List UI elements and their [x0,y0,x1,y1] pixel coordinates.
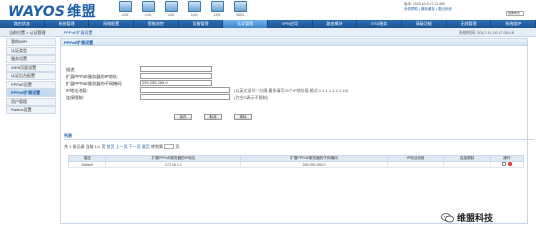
content-panel: PPPoE扩展设置 [60,38,528,224]
cell-server-ip: 172.16.1.1 [105,161,242,168]
description-label: 描述: [66,67,76,72]
last-page-link[interactable]: 尾页 [142,144,150,149]
sidebar-item-service[interactable]: 服务设置 [6,55,56,63]
port-label: LAN [167,13,175,17]
nav-item-vpn[interactable]: VPN应用 [268,20,313,28]
sidebar-item-pppoe[interactable]: PPPoE设置 [6,80,56,89]
port-lan-2: LAN [139,1,157,17]
clear-button[interactable]: 清除 [234,114,252,120]
header: WAYOS 维盟 LAN LAN LAN LAN LAN WAN 版本: 2020… [0,0,536,20]
cell-netmask: 255.255.255.0 [240,161,388,168]
language-select[interactable]: 简体中文 [506,11,524,16]
nav-item-advanced[interactable]: 高级功能 [402,20,447,28]
nav-item-device[interactable]: 设备管理 [179,20,224,28]
ip-pool-input[interactable] [140,87,230,93]
brand-logo: WAYOS 维盟 [8,1,96,21]
ethernet-port-icon [141,1,155,12]
pppoe-ext-table: 描述 扩展PPPoE服务器的IP地址 扩展PPPoE服务器的子网掩码 IP地址池… [67,155,525,168]
server-ip-input[interactable] [140,73,212,79]
sidebar-item-auth-backend[interactable]: 认证后台配置 [6,72,56,80]
port-label: LAN [144,13,152,17]
cell-description: Default [67,161,107,168]
form-buttons: 保存 取消 清除 [174,114,252,120]
sidebar-item-pppoe-ext[interactable]: PPPoE扩展设置 [6,89,56,97]
netmask-input[interactable]: 255.255.255.0 [140,80,212,86]
port-wan: WAN [231,1,249,17]
main-nav: 路由状态 系统管理 网络配置 智能流控 设备管理 认证管理 VPN应用 路由模块… [0,20,536,28]
port-label: LAN [190,13,198,17]
row-actions: × [501,162,512,166]
nav-item-ess[interactable]: ESS服务 [357,20,403,28]
port-lan-4: LAN [185,1,203,17]
watermark-text: 维盟科技 [457,214,494,224]
system-time: 系统时间: 2017-11-10 17:26:15 [458,30,514,35]
port-status-bar: LAN LAN LAN LAN LAN WAN [116,1,249,17]
save-button[interactable]: 保存 [174,114,192,120]
cancel-button[interactable]: 取消 [204,114,222,120]
nav-item-routing[interactable]: 路由模块 [313,20,358,28]
cell-conn-limit [443,161,491,168]
description-input[interactable] [140,66,212,72]
delete-icon[interactable]: × [507,162,512,166]
sidebar-item-radius[interactable]: Radius设置 [6,106,56,114]
breadcrumb-bar: 当前位置 > 认证管理 PPPoE扩展设置 系统时间: 2017-11-10 17… [0,28,536,37]
conn-limit-input[interactable] [140,94,230,100]
goto-label: 转到第 [150,144,163,149]
nav-item-network[interactable]: 网络配置 [89,20,135,28]
wechat-icon [441,212,454,222]
nav-item-wireless[interactable]: 无线管理 [447,20,492,28]
server-ip-label: 扩展PPPoE服务器的IP地址: [66,74,119,79]
port-lan-5: LAN [208,1,226,17]
table-row: Default 172.16.1.1 255.255.255.0 × [67,161,525,168]
prev-page-link[interactable]: 上一页 [116,144,128,149]
conn-limit-label: 连接限制: [66,95,84,100]
sidebar: 我的WiFi 认证类型 服务设置 WEB页面设置 认证后台配置 PPPoE设置 … [6,38,56,115]
sidebar-item-auth-type[interactable]: 认证类型 [6,46,56,55]
port-lan-3: LAN [162,1,180,17]
breadcrumb-path: 当前位置 > 认证管理 [9,30,46,35]
breadcrumb-page: PPPoE扩展设置 [63,30,93,35]
netmask-label: 扩展PPPoE服务器的子网掩码: [66,81,123,86]
sidebar-item-web-page[interactable]: WEB页面设置 [6,63,56,72]
pager-summary: 共 1 条记录 当前 1/1 页 [64,144,106,149]
port-lan-1: LAN [116,1,134,17]
nav-item-router-status[interactable]: 路由状态 [0,20,45,28]
sidebar-item-users[interactable]: 用户管理 [6,97,56,106]
edit-icon[interactable] [501,162,506,166]
ip-pool-label: IP地址池段: [66,88,88,93]
ethernet-port-icon [164,1,178,12]
ethernet-port-icon [118,1,132,12]
next-page-link[interactable]: 下一页 [129,144,141,149]
port-label: LAN [213,13,221,17]
list-title: 列表 [64,133,534,140]
nav-item-auth[interactable]: 认证管理 [223,20,269,28]
conn-limit-hint: (为空/0表示不限制) [234,95,268,100]
logo-text-en: WAYOS [8,4,66,20]
panel-title: PPPoE扩展设置 [61,39,527,46]
ip-pool-hint: (以英文逗号","分隔,最多填写25个IP地址段,格式:1.1.1.1-1.1.… [234,88,349,93]
nav-item-flow-control[interactable]: 智能流控 [134,20,179,28]
first-page-link[interactable]: 首页 [106,144,114,149]
nav-item-maintenance[interactable]: 系统维护 [491,20,536,28]
ethernet-port-icon [187,1,201,12]
logo-text-cn: 维盟 [67,4,96,20]
port-label: LAN [121,13,129,17]
watermark: 维盟科技 [441,211,493,224]
cell-ip-pool [386,161,445,168]
cell-actions: × [489,161,525,168]
goto-page-input[interactable] [164,144,175,150]
pager: 共 1 条记录 当前 1/1 页 首页 上一页 下一页 尾页 转到第 页 [64,144,179,150]
ethernet-port-icon [210,1,224,12]
ethernet-port-icon [233,1,247,12]
sidebar-item-my-wifi[interactable]: 我的WiFi [6,38,56,46]
goto-suffix: 页 [175,144,180,149]
breadcrumb: 当前位置 > 认证管理 PPPoE扩展设置 [9,30,92,36]
nav-item-system[interactable]: 系统管理 [45,20,90,28]
port-label: WAN [235,13,245,17]
